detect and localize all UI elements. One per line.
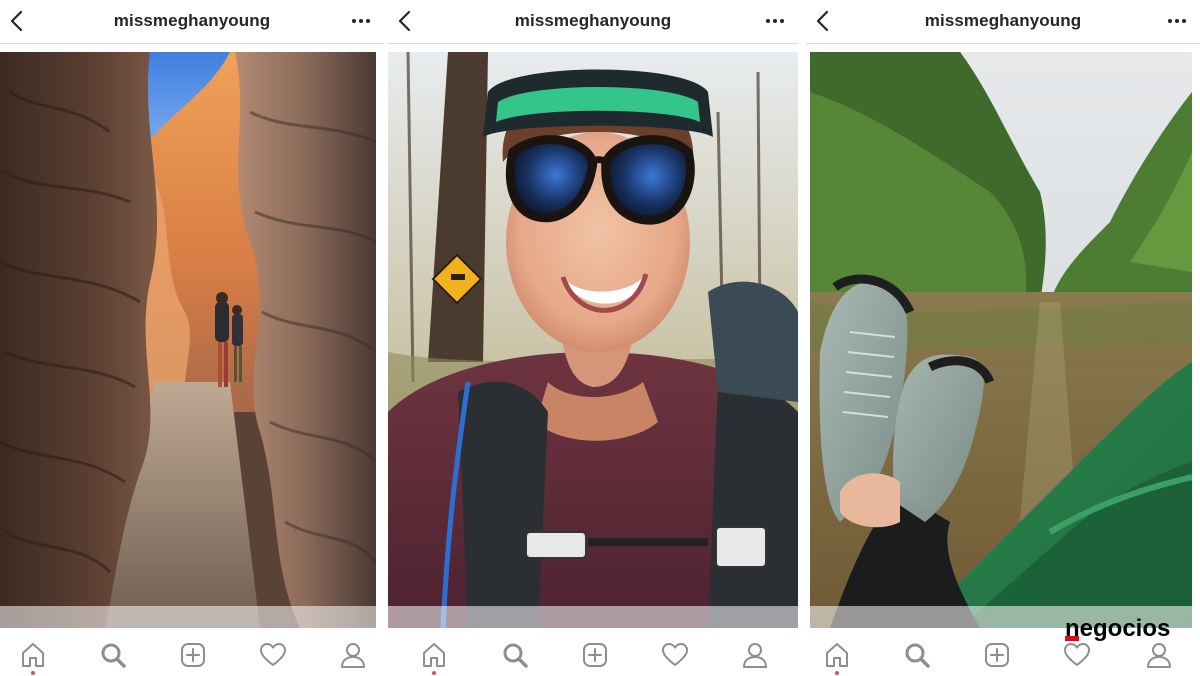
username[interactable]: missmeghanyoung [0, 11, 384, 31]
tab-new-post[interactable] [982, 640, 1012, 670]
tab-new-post[interactable] [178, 640, 208, 670]
add-post-icon [583, 643, 607, 667]
activity-dot [835, 671, 839, 675]
screen-3: missmeghanyoung [806, 0, 1200, 676]
add-post-icon [985, 643, 1009, 667]
home-icon [22, 643, 44, 667]
bottom-tab-bar [0, 630, 384, 676]
heart-icon [260, 643, 286, 666]
negocios-watermark-logo: negocios [1063, 612, 1193, 646]
post-header: missmeghanyoung [388, 0, 798, 44]
more-options-button[interactable] [764, 10, 786, 32]
tab-activity[interactable] [258, 640, 288, 670]
search-icon [503, 643, 528, 668]
post-header: missmeghanyoung [0, 0, 384, 44]
tab-home[interactable] [18, 640, 48, 675]
screen-1: missmeghanyoung [0, 0, 384, 676]
home-icon [826, 643, 848, 667]
activity-dot [432, 671, 436, 675]
more-options-button[interactable] [1166, 10, 1188, 32]
more-dots-icon [1168, 19, 1186, 23]
bottom-tab-bar [388, 630, 798, 676]
profile-icon [341, 643, 365, 668]
more-options-button[interactable] [350, 10, 372, 32]
panel-divider [384, 0, 388, 676]
post-header: missmeghanyoung [806, 0, 1200, 44]
tab-search[interactable] [902, 640, 932, 670]
tab-search[interactable] [500, 640, 530, 670]
username[interactable]: missmeghanyoung [806, 11, 1200, 31]
search-icon [905, 643, 930, 668]
story-photo-selfie[interactable] [388, 52, 798, 628]
screen-2: missmeghanyoung [388, 0, 798, 676]
username[interactable]: missmeghanyoung [388, 11, 798, 31]
home-icon [423, 643, 445, 667]
photo-bottom-fade [388, 606, 798, 628]
story-photo-canyon[interactable] [0, 52, 376, 628]
profile-icon [743, 643, 767, 668]
instagram-screens-collage: missmeghanyoung missmeghanyoung missmegh… [0, 0, 1200, 676]
tab-profile[interactable] [338, 640, 368, 670]
tab-search[interactable] [98, 640, 128, 670]
search-icon [101, 643, 126, 668]
story-photo-river[interactable] [810, 52, 1192, 628]
activity-dot [31, 671, 35, 675]
more-dots-icon [766, 19, 784, 23]
tab-new-post[interactable] [580, 640, 610, 670]
panel-divider [798, 0, 806, 676]
more-dots-icon [352, 19, 370, 23]
tab-home[interactable] [822, 640, 852, 675]
heart-icon [662, 643, 688, 666]
tab-profile[interactable] [740, 640, 770, 670]
add-post-icon [181, 643, 205, 667]
watermark-text: negocios [1065, 615, 1170, 642]
tab-home[interactable] [419, 640, 449, 675]
photo-bottom-fade [0, 606, 376, 628]
tab-activity[interactable] [660, 640, 690, 670]
